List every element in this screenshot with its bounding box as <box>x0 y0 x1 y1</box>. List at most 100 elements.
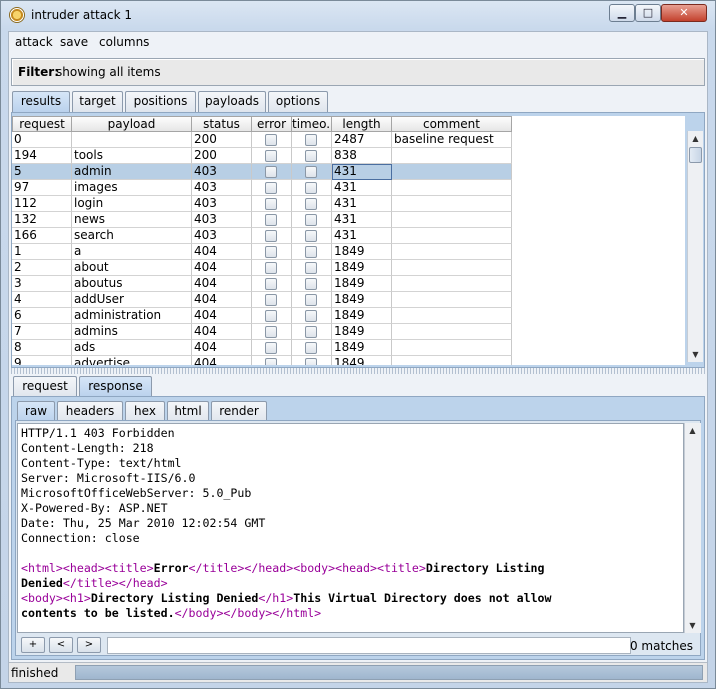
scroll-down-icon[interactable]: ▼ <box>689 348 702 361</box>
col-timeout <box>292 244 332 260</box>
error-checkbox[interactable] <box>265 278 277 290</box>
col-comment: baseline request <box>392 132 512 148</box>
table-row[interactable]: 132 news 403 431 <box>12 212 512 228</box>
tab-options[interactable]: options <box>268 91 328 112</box>
col-length-header[interactable]: length <box>332 116 392 132</box>
maximize-button[interactable]: □ <box>635 4 661 22</box>
filter-bar[interactable]: Filter: showing all items <box>11 58 705 86</box>
response-scrollbar[interactable]: ▲ ▼ <box>684 423 701 633</box>
error-checkbox[interactable] <box>265 198 277 210</box>
progress-bar <box>75 665 703 680</box>
timeout-checkbox[interactable] <box>305 182 317 194</box>
table-row[interactable]: 3 aboutus 404 1849 <box>12 276 512 292</box>
timeout-checkbox[interactable] <box>305 214 317 226</box>
timeout-checkbox[interactable] <box>305 326 317 338</box>
timeout-checkbox[interactable] <box>305 246 317 258</box>
col-error-header[interactable]: error <box>252 116 292 132</box>
search-input[interactable] <box>107 637 631 654</box>
tab-request[interactable]: request <box>13 376 77 397</box>
scroll-up-icon[interactable]: ▲ <box>686 424 699 437</box>
table-row[interactable]: 8 ads 404 1849 <box>12 340 512 356</box>
tab-results[interactable]: results <box>12 91 70 113</box>
tab-positions[interactable]: positions <box>125 91 196 112</box>
col-payload: a <box>72 244 192 260</box>
scroll-down-icon[interactable]: ▼ <box>686 619 699 632</box>
col-request: 8 <box>12 340 72 356</box>
col-length: 1849 <box>332 276 392 292</box>
table-row[interactable]: 5 admin 403 431 <box>12 164 512 180</box>
tab-html[interactable]: html <box>167 401 209 422</box>
timeout-checkbox[interactable] <box>305 342 317 354</box>
minimize-button[interactable]: ▁ <box>609 4 635 22</box>
scroll-up-icon[interactable]: ▲ <box>689 132 702 145</box>
tab-render[interactable]: render <box>211 401 267 422</box>
col-request: 5 <box>12 164 72 180</box>
tab-payloads[interactable]: payloads <box>198 91 266 112</box>
timeout-checkbox[interactable] <box>305 150 317 162</box>
col-error <box>252 180 292 196</box>
col-timeout-header[interactable]: timeo... <box>292 116 332 132</box>
tab-target[interactable]: target <box>72 91 123 112</box>
error-checkbox[interactable] <box>265 182 277 194</box>
table-row[interactable]: 2 about 404 1849 <box>12 260 512 276</box>
error-checkbox[interactable] <box>265 326 277 338</box>
title-bar[interactable]: intruder attack 1 ▁ □ ✕ <box>1 1 715 29</box>
table-row[interactable]: 6 administration 404 1849 <box>12 308 512 324</box>
tab-headers[interactable]: headers <box>57 401 123 422</box>
tab-response[interactable]: response <box>79 376 152 398</box>
timeout-checkbox[interactable] <box>305 230 317 242</box>
header-line: MicrosoftOfficeWebServer: 5.0_Pub <box>21 486 252 500</box>
error-checkbox[interactable] <box>265 214 277 226</box>
timeout-checkbox[interactable] <box>305 166 317 178</box>
add-search-button[interactable]: + <box>21 637 45 653</box>
table-row[interactable]: 166 search 403 431 <box>12 228 512 244</box>
next-match-button[interactable]: > <box>77 637 101 653</box>
menu-save[interactable]: save <box>60 35 88 49</box>
error-checkbox[interactable] <box>265 150 277 162</box>
error-checkbox[interactable] <box>265 134 277 146</box>
table-row[interactable]: 97 images 403 431 <box>12 180 512 196</box>
error-checkbox[interactable] <box>265 342 277 354</box>
previous-match-button[interactable]: < <box>49 637 73 653</box>
menu-bar: attack save columns <box>9 32 707 54</box>
client-area: attack save columns Filter: showing all … <box>8 31 708 683</box>
col-payload: administration <box>72 308 192 324</box>
error-checkbox[interactable] <box>265 358 277 365</box>
table-row[interactable]: 112 login 403 431 <box>12 196 512 212</box>
html-title-2b: Denied <box>21 576 63 590</box>
progress-fill <box>76 666 702 679</box>
table-row[interactable]: 194 tools 200 838 <box>12 148 512 164</box>
results-scrollbar[interactable]: ▲ ▼ <box>687 131 703 362</box>
table-row[interactable]: 1 a 404 1849 <box>12 244 512 260</box>
table-row[interactable]: 4 addUser 404 1849 <box>12 292 512 308</box>
timeout-checkbox[interactable] <box>305 134 317 146</box>
timeout-checkbox[interactable] <box>305 198 317 210</box>
error-checkbox[interactable] <box>265 262 277 274</box>
timeout-checkbox[interactable] <box>305 262 317 274</box>
error-checkbox[interactable] <box>265 294 277 306</box>
col-status-header[interactable]: status <box>192 116 252 132</box>
error-checkbox[interactable] <box>265 246 277 258</box>
timeout-checkbox[interactable] <box>305 358 317 365</box>
error-checkbox[interactable] <box>265 166 277 178</box>
response-text[interactable]: HTTP/1.1 403 Forbidden Content-Length: 2… <box>17 423 684 633</box>
col-timeout <box>292 164 332 180</box>
scroll-thumb[interactable] <box>689 147 702 163</box>
timeout-checkbox[interactable] <box>305 294 317 306</box>
col-payload-header[interactable]: payload <box>72 116 192 132</box>
table-row[interactable]: 7 admins 404 1849 <box>12 324 512 340</box>
timeout-checkbox[interactable] <box>305 278 317 290</box>
timeout-checkbox[interactable] <box>305 310 317 322</box>
tab-hex[interactable]: hex <box>125 401 165 422</box>
split-pane-divider[interactable] <box>11 368 705 374</box>
col-length: 1849 <box>332 308 392 324</box>
table-row[interactable]: 0 200 2487 baseline request <box>12 132 512 148</box>
close-button[interactable]: ✕ <box>661 4 707 22</box>
col-request-header[interactable]: request <box>12 116 72 132</box>
col-comment-header[interactable]: comment <box>392 116 512 132</box>
table-row[interactable]: 9 advertise 404 1849 <box>12 356 512 365</box>
menu-columns[interactable]: columns <box>99 35 149 49</box>
error-checkbox[interactable] <box>265 230 277 242</box>
menu-attack[interactable]: attack <box>15 35 53 49</box>
error-checkbox[interactable] <box>265 310 277 322</box>
